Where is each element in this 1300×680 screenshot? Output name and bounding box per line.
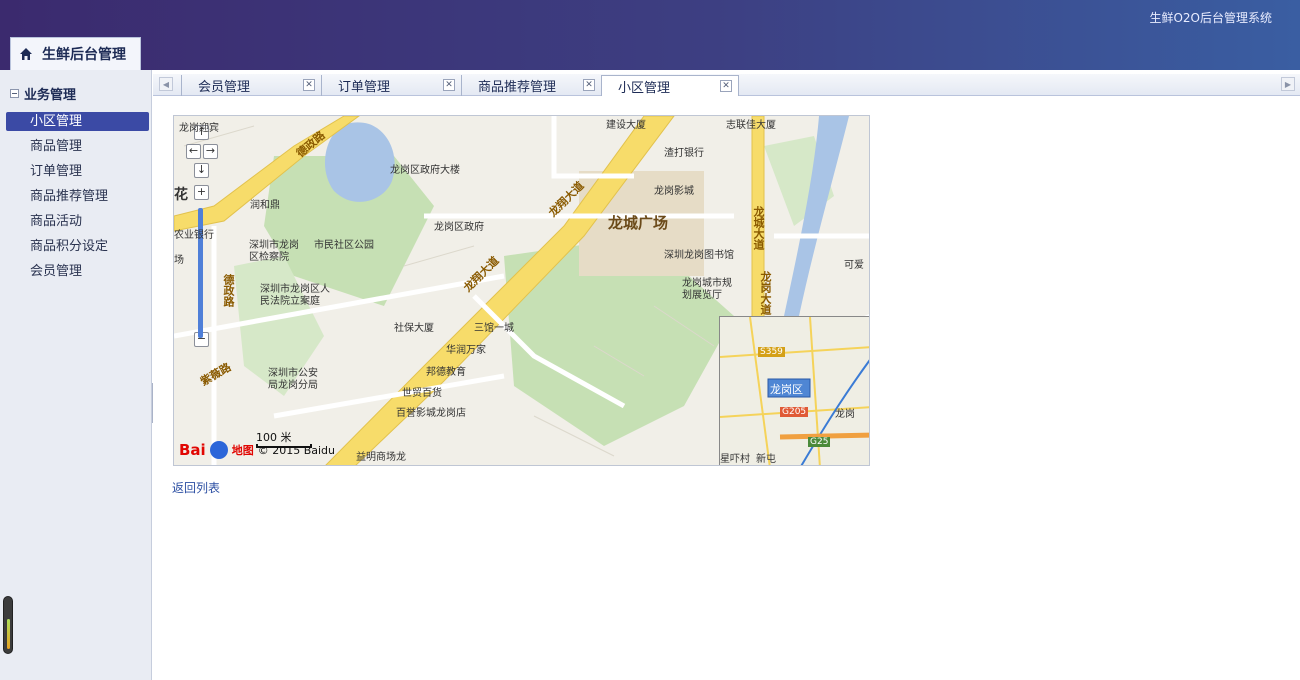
baidu-logo: Bai 地图 © 2015 Baidu [179, 441, 335, 459]
map-label: 场 [174, 255, 184, 266]
map-label: 志联佳大厦 [726, 120, 776, 131]
map-label: 市民社区公园 [314, 240, 374, 251]
road-label: 龙岗大道 [759, 271, 772, 315]
pan-left-icon[interactable]: ← [186, 144, 201, 159]
sidebar: 业务管理 小区管理 商品管理 订单管理 商品推荐管理 商品活动 商品积分设定 会… [0, 70, 152, 680]
minimap-route-label: G25 [808, 437, 831, 447]
sidebar-item-points[interactable]: 商品积分设定 [6, 237, 149, 262]
map-label: 三馆一城 [474, 323, 514, 334]
map-label: 龙岗迎宾 [179, 123, 219, 134]
sidebar-section-header[interactable]: 业务管理 [10, 84, 76, 103]
pan-down-icon[interactable]: ↓ [194, 163, 209, 178]
tab-recommendations[interactable]: 商品推荐管理 ✕ [461, 75, 601, 96]
map-label: 龙岗区政府大楼 [390, 165, 460, 176]
logo-suffix: 地图 [231, 444, 254, 457]
map-label: 花 [174, 187, 188, 203]
pan-right-icon[interactable]: → [203, 144, 218, 159]
map-label: 龙岗区政府 [434, 222, 484, 233]
map-label: 农业银行 [174, 230, 214, 241]
minimap-place-label: 龙岗 [835, 409, 855, 420]
map-label: 社保大厦 [394, 323, 434, 334]
map-label: 邦德教育 [426, 367, 466, 378]
sidebar-item-recommendations[interactable]: 商品推荐管理 [6, 187, 149, 212]
close-icon[interactable]: ✕ [303, 79, 315, 91]
sidebar-item-community[interactable]: 小区管理 [6, 112, 149, 131]
close-icon[interactable]: ✕ [720, 80, 732, 92]
back-to-list-link[interactable]: 返回列表 [172, 479, 220, 496]
minimap-place-label: 星吓村 [720, 454, 750, 465]
map-label: 划展览厅 [682, 290, 722, 301]
tab-members[interactable]: 会员管理 ✕ [181, 75, 321, 96]
map-label: 百誉影城龙岗店 [396, 408, 466, 419]
tab-label: 订单管理 [338, 80, 391, 95]
map-label: 渣打银行 [664, 148, 704, 159]
system-name: 生鲜O2O后台管理系统 [1149, 11, 1272, 25]
map-view[interactable]: ↑ ← → ↓ + − 龙岗迎宾 花 农业银行 场 德政路 德政路 龙翔大道 龙… [173, 115, 870, 466]
minimap-place-label: 新屯 [756, 454, 776, 465]
road-label: 龙城大道 [752, 206, 765, 250]
scroll-gauge[interactable] [3, 596, 13, 654]
tab-label: 商品推荐管理 [478, 80, 557, 95]
close-icon[interactable]: ✕ [443, 79, 455, 91]
map-label: 区检察院 [249, 252, 289, 263]
sidebar-item-members[interactable]: 会员管理 [6, 262, 149, 287]
sidebar-menu: 小区管理 商品管理 订单管理 商品推荐管理 商品活动 商品积分设定 会员管理 [6, 112, 149, 287]
app-title: 生鲜后台管理 [42, 47, 126, 63]
district-title: 龙城广场 [608, 214, 669, 232]
minimap-route-label: S359 [758, 347, 785, 357]
app-title-tab[interactable]: 生鲜后台管理 [10, 37, 141, 70]
tab-strip: ◀ 会员管理 ✕ 订单管理 ✕ 商品推荐管理 ✕ 小区管理 ✕ ▶ [153, 74, 1300, 97]
map-label: 龙岗影城 [654, 186, 694, 197]
minimap[interactable]: 龙岗区 S359 G205 G25 龙岗 星吓村 新屯 [719, 316, 869, 465]
home-icon [19, 47, 33, 61]
sidebar-item-orders[interactable]: 订单管理 [6, 162, 149, 187]
sidebar-item-products[interactable]: 商品管理 [6, 137, 149, 162]
minimap-route-label: G205 [780, 407, 809, 417]
baidu-paw-icon [209, 441, 228, 459]
map-label: 民法院立案庭 [260, 296, 320, 307]
tab-community[interactable]: 小区管理 ✕ [601, 75, 739, 97]
main-content: ↑ ← → ↓ + − 龙岗迎宾 花 农业银行 场 德政路 德政路 龙翔大道 龙… [153, 96, 1300, 676]
map-label: 华润万家 [446, 345, 486, 356]
map-label: 润和鼎 [250, 200, 280, 211]
map-label: 深圳龙岗图书馆 [664, 250, 734, 261]
tab-orders[interactable]: 订单管理 ✕ [321, 75, 461, 96]
tab-label: 小区管理 [618, 81, 671, 96]
close-icon[interactable]: ✕ [583, 79, 595, 91]
minimap-district-label: 龙岗区 [770, 383, 803, 396]
map-label: 建设大厦 [606, 120, 646, 131]
map-label: 可爱 [844, 260, 864, 271]
map-label: 局龙岗分局 [268, 380, 318, 391]
map-copyright: © 2015 Baidu [257, 443, 335, 457]
sidebar-section-title: 业务管理 [24, 88, 77, 103]
collapse-icon[interactable] [10, 89, 19, 98]
map-label: 世贸百货 [402, 388, 442, 399]
top-header: 生鲜O2O后台管理系统 生鲜后台管理 [0, 0, 1300, 70]
tab-scroll-right-icon[interactable]: ▶ [1281, 77, 1295, 91]
logo-text: Bai [179, 441, 206, 459]
tab-label: 会员管理 [198, 80, 251, 95]
map-label: 益明商场龙 [356, 452, 406, 463]
road-label: 德政路 [222, 274, 235, 307]
zoom-in-icon[interactable]: + [194, 185, 209, 200]
sidebar-item-activities[interactable]: 商品活动 [6, 212, 149, 237]
tab-scroll-left-icon[interactable]: ◀ [159, 77, 173, 91]
